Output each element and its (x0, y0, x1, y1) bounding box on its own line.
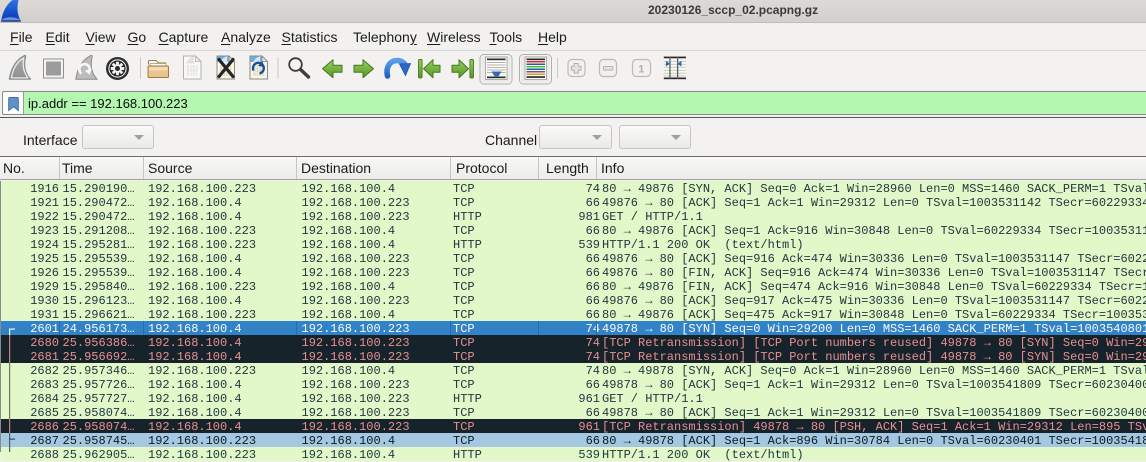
svg-text:1: 1 (638, 64, 644, 76)
svg-text:0101: 0101 (187, 72, 199, 78)
